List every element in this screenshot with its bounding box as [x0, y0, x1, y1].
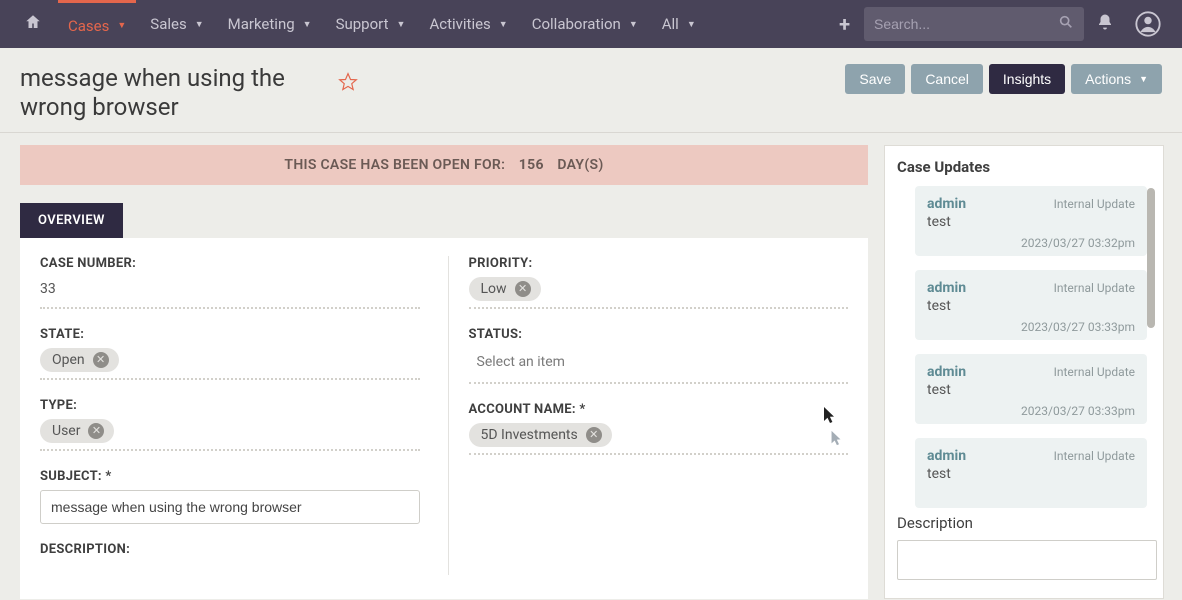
chevron-down-icon: ▼: [117, 20, 126, 31]
type-label: TYPE:: [40, 398, 420, 413]
nav-activities[interactable]: Activities▼: [419, 0, 517, 48]
side-description-input[interactable]: [897, 540, 1157, 580]
update-user: admin: [927, 280, 966, 296]
state-tag[interactable]: Open✕: [40, 348, 119, 372]
nav-all[interactable]: All▼: [652, 0, 706, 48]
nav-collaboration[interactable]: Collaboration▼: [522, 0, 648, 48]
status-label: STATUS:: [469, 327, 849, 342]
scrollbar-thumb[interactable]: [1147, 188, 1155, 328]
page-header: message when using the wrong browser Sav…: [0, 48, 1182, 133]
cursor-icon: [822, 406, 836, 428]
status-select[interactable]: Select an item: [469, 348, 849, 376]
notifications-icon[interactable]: [1088, 13, 1122, 35]
side-description-label: Description: [897, 514, 1157, 532]
clear-icon[interactable]: ✕: [93, 352, 109, 368]
chevron-down-icon: ▼: [499, 19, 508, 30]
state-label: STATE:: [40, 327, 420, 342]
nav-support[interactable]: Support▼: [326, 0, 416, 48]
home-icon[interactable]: [12, 13, 54, 35]
account-label: ACCOUNT NAME: *: [469, 402, 849, 417]
subject-label: SUBJECT: *: [40, 469, 420, 484]
top-nav: Cases▼ Sales▼ Marketing▼ Support▼ Activi…: [0, 0, 1182, 48]
nav-marketing[interactable]: Marketing▼: [218, 0, 322, 48]
cursor-icon: [830, 430, 842, 450]
favorite-star-icon[interactable]: [338, 72, 358, 96]
update-body: test: [927, 382, 1135, 398]
description-label: DESCRIPTION:: [40, 542, 420, 557]
page-title: message when using the wrong browser: [20, 64, 320, 122]
update-time: 2023/03/27 03:33pm: [1021, 404, 1135, 418]
update-user: admin: [927, 448, 966, 464]
chevron-down-icon: ▼: [629, 19, 638, 30]
clear-icon[interactable]: ✕: [515, 281, 531, 297]
priority-label: PRIORITY:: [469, 256, 849, 271]
chevron-down-icon: ▼: [195, 19, 204, 30]
cancel-button[interactable]: Cancel: [911, 64, 983, 94]
update-kind: Internal Update: [1054, 197, 1135, 211]
user-avatar-icon[interactable]: [1126, 10, 1170, 38]
update-body: test: [927, 298, 1135, 314]
nav-cases[interactable]: Cases▼: [58, 0, 136, 48]
case-number-value: 33: [40, 277, 420, 301]
tab-overview[interactable]: OVERVIEW: [20, 203, 123, 238]
update-kind: Internal Update: [1054, 365, 1135, 379]
chevron-down-icon: ▼: [687, 19, 696, 30]
update-kind: Internal Update: [1054, 281, 1135, 295]
search-wrap: [864, 7, 1084, 41]
update-body: test: [927, 466, 1135, 482]
update-user: admin: [927, 364, 966, 380]
create-icon[interactable]: +: [829, 12, 860, 36]
search-icon[interactable]: [1058, 14, 1074, 34]
chevron-down-icon: ▼: [1139, 74, 1148, 84]
update-card[interactable]: admin Internal Update test 2023/03/27 03:…: [915, 354, 1147, 424]
clear-icon[interactable]: ✕: [88, 423, 104, 439]
actions-button[interactable]: Actions▼: [1071, 64, 1162, 94]
update-card[interactable]: admin Internal Update test 2023/03/27 03:…: [915, 186, 1147, 256]
type-tag[interactable]: User✕: [40, 419, 114, 443]
update-user: admin: [927, 196, 966, 212]
update-time: 2023/03/27 03:32pm: [1021, 236, 1135, 250]
update-kind: Internal Update: [1054, 449, 1135, 463]
chevron-down-icon: ▼: [303, 19, 312, 30]
update-card[interactable]: admin Internal Update test 2023/03/27 03:…: [915, 270, 1147, 340]
subject-input[interactable]: [40, 490, 420, 524]
open-duration-banner: THIS CASE HAS BEEN OPEN FOR: 156 DAY(S): [20, 145, 868, 185]
nav-sales[interactable]: Sales▼: [140, 0, 213, 48]
update-body: test: [927, 214, 1135, 230]
case-number-label: CASE NUMBER:: [40, 256, 420, 271]
update-card[interactable]: admin Internal Update test: [915, 438, 1147, 508]
chevron-down-icon: ▼: [397, 19, 406, 30]
update-time: 2023/03/27 03:33pm: [1021, 320, 1135, 334]
case-updates-panel: Case Updates admin Internal Update test 2…: [884, 145, 1164, 599]
save-button[interactable]: Save: [845, 64, 905, 94]
updates-list: admin Internal Update test 2023/03/27 03:…: [897, 186, 1157, 508]
priority-tag[interactable]: Low✕: [469, 277, 541, 301]
insights-button[interactable]: Insights: [989, 64, 1065, 94]
case-updates-title: Case Updates: [897, 158, 1157, 176]
clear-icon[interactable]: ✕: [586, 427, 602, 443]
account-tag[interactable]: 5D Investments✕: [469, 423, 612, 447]
search-input[interactable]: [874, 16, 1058, 32]
overview-panel: CASE NUMBER: 33 STATE: Open✕ TYPE: User✕: [20, 238, 868, 599]
